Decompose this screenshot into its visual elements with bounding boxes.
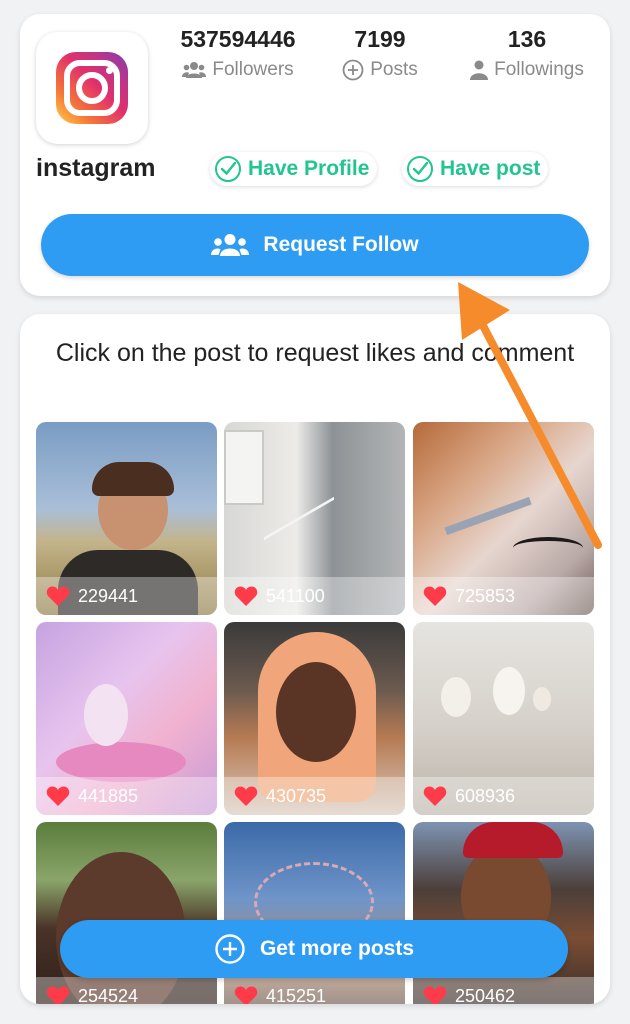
post-likes: 430735 xyxy=(224,777,405,815)
stat-followings: 136 Followings xyxy=(452,26,602,81)
heart-icon xyxy=(234,986,258,1004)
group-icon xyxy=(211,234,250,256)
followers-label: Followers xyxy=(212,59,294,80)
post-likes-count: 415251 xyxy=(266,985,327,1005)
post-likes: 441885 xyxy=(36,777,217,815)
post-tile[interactable]: 441885 xyxy=(36,622,217,815)
post-likes-count: 250462 xyxy=(455,985,516,1005)
post-likes-count: 254524 xyxy=(78,985,139,1005)
heart-icon xyxy=(46,786,70,806)
instagram-logo-icon xyxy=(56,52,128,124)
heart-icon xyxy=(423,586,447,606)
plus-circle-icon xyxy=(342,59,364,81)
heart-icon xyxy=(46,586,70,606)
post-tile[interactable]: 541100 xyxy=(224,422,405,615)
request-follow-label: Request Follow xyxy=(263,233,419,256)
check-circle-icon xyxy=(407,156,433,182)
have-post-label: Have post xyxy=(440,157,541,180)
posts-label: Posts xyxy=(370,59,418,80)
plus-circle-icon xyxy=(215,934,245,964)
stat-followers: 537594446 Followers xyxy=(168,26,308,81)
post-likes: 541100 xyxy=(224,577,405,615)
post-likes: 725853 xyxy=(413,577,594,615)
get-more-posts-label: Get more posts xyxy=(259,937,415,960)
heart-icon xyxy=(423,786,447,806)
posts-card: Click on the post to request likes and c… xyxy=(20,314,610,1004)
check-circle-icon xyxy=(215,156,241,182)
post-likes: 250462 xyxy=(413,977,594,1004)
heart-icon xyxy=(46,986,70,1004)
have-profile-badge: Have Profile xyxy=(210,152,378,186)
followers-count: 537594446 xyxy=(180,26,296,52)
followings-label: Followings xyxy=(494,59,584,80)
heart-icon xyxy=(234,586,258,606)
post-likes: 229441 xyxy=(36,577,217,615)
post-likes-count: 430735 xyxy=(266,785,327,806)
post-tile[interactable]: 725853 xyxy=(413,422,594,615)
post-likes-count: 229441 xyxy=(78,585,139,606)
followings-count: 136 xyxy=(507,26,547,52)
post-likes-count: 725853 xyxy=(455,585,516,606)
post-likes-count: 608936 xyxy=(455,785,516,806)
post-likes-count: 541100 xyxy=(266,585,325,606)
post-likes: 415251 xyxy=(224,977,405,1004)
heart-icon xyxy=(234,786,258,806)
profile-username: instagram xyxy=(36,154,156,182)
get-more-posts-button[interactable]: Get more posts xyxy=(60,920,568,978)
person-icon xyxy=(470,60,489,80)
stat-posts: 7199 Posts xyxy=(320,26,440,81)
post-tile[interactable]: 229441 xyxy=(36,422,217,615)
followers-icon xyxy=(182,62,207,78)
post-likes: 608936 xyxy=(413,777,594,815)
request-follow-button[interactable]: Request Follow xyxy=(41,214,589,276)
profile-card: 537594446 Followers 7199 Posts 136 Follo… xyxy=(20,14,610,296)
post-tile[interactable]: 608936 xyxy=(413,622,594,815)
post-likes-count: 441885 xyxy=(78,785,139,806)
have-profile-label: Have Profile xyxy=(248,157,370,180)
instagram-logo xyxy=(36,32,148,144)
heart-icon xyxy=(423,986,447,1004)
posts-count: 7199 xyxy=(354,26,406,52)
posts-instruction: Click on the post to request likes and c… xyxy=(55,339,575,367)
post-tile[interactable]: 430735 xyxy=(224,622,405,815)
post-likes: 254524 xyxy=(36,977,217,1004)
have-post-badge: Have post xyxy=(402,152,549,186)
